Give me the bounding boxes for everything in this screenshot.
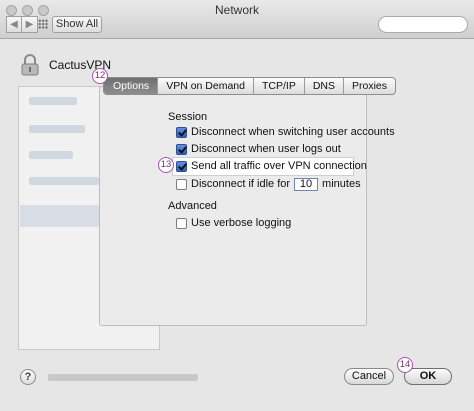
session-heading: Session: [168, 111, 208, 123]
option-disconnect-logout[interactable]: Disconnect when user logs out: [176, 142, 341, 156]
lock-icon[interactable]: [20, 54, 40, 76]
help-button[interactable]: ?: [20, 369, 36, 385]
idle-minutes-field[interactable]: 10: [294, 177, 319, 191]
option-label: Use verbose logging: [191, 217, 292, 229]
history-nav: ◀ ▶: [6, 16, 38, 33]
option-disconnect-switching-users[interactable]: Disconnect when switching user accounts: [176, 125, 395, 139]
tab-dns[interactable]: DNS: [303, 78, 343, 94]
forward-button[interactable]: ▶: [22, 16, 38, 33]
title-bar: Network ◀ ▶ Show All: [0, 0, 474, 39]
cancel-button[interactable]: Cancel: [344, 368, 394, 385]
option-verbose-logging[interactable]: Use verbose logging: [176, 216, 291, 230]
checkbox-verbose-logging[interactable]: [176, 217, 187, 229]
checkbox-send-all-traffic[interactable]: [176, 160, 187, 172]
minutes-label: minutes: [322, 178, 361, 190]
back-button[interactable]: ◀: [6, 16, 22, 33]
callout-badge-tabs: 12: [92, 68, 108, 84]
checkbox-disconnect-switching-users[interactable]: [176, 126, 187, 138]
window-title: Network: [214, 3, 259, 17]
option-send-all-traffic[interactable]: Send all traffic over VPN connection: [176, 159, 367, 173]
option-disconnect-idle[interactable]: Disconnect if idle for 10 minutes: [176, 177, 361, 191]
search-input[interactable]: [378, 16, 468, 33]
show-all-button[interactable]: Show All: [52, 16, 102, 33]
option-label: Disconnect if idle for: [191, 178, 291, 190]
options-pane: [99, 86, 367, 326]
callout-badge-send-all: 13: [158, 157, 174, 173]
grid-icon: [38, 19, 48, 29]
option-label: Disconnect when switching user accounts: [191, 126, 395, 138]
ok-button[interactable]: OK: [404, 368, 452, 385]
option-label: Send all traffic over VPN connection: [191, 160, 367, 172]
tab-options[interactable]: Options: [104, 78, 158, 94]
advanced-heading: Advanced: [168, 200, 217, 212]
tab-vpn-on-demand[interactable]: VPN on Demand: [157, 78, 253, 94]
option-label: Disconnect when user logs out: [191, 143, 341, 155]
callout-badge-ok: 14: [397, 357, 413, 373]
tab-bar: Options VPN on Demand TCP/IP DNS Proxies: [103, 77, 397, 95]
help-icon: ?: [24, 371, 32, 383]
checkbox-disconnect-idle[interactable]: [176, 178, 187, 190]
tab-tcp-ip[interactable]: TCP/IP: [252, 78, 304, 94]
lock-note-dimmed: [18, 370, 258, 386]
tab-proxies[interactable]: Proxies: [343, 78, 395, 94]
checkbox-disconnect-logout[interactable]: [176, 143, 187, 155]
